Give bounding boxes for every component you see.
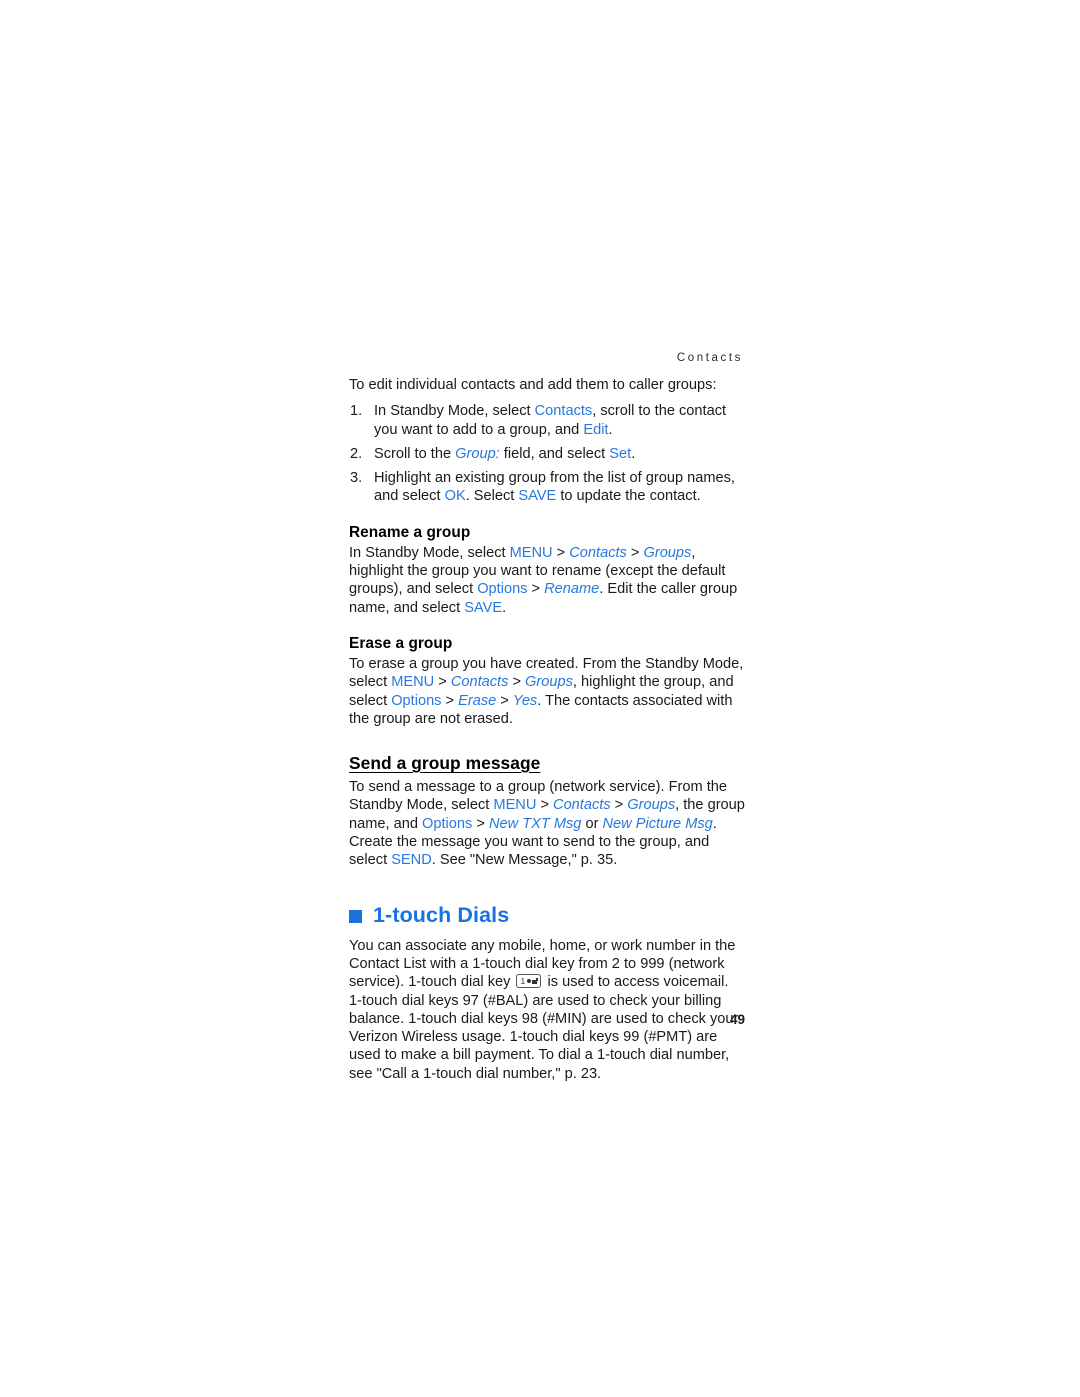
heading-send-a-group-message: Send a group message [349,753,541,774]
text-run: . [502,599,507,616]
ui-term: Edit [583,421,609,438]
step-number: 2. [350,445,363,462]
ui-term-italic: Contacts [450,674,509,691]
text-run: In Standby Mode, select [374,403,535,420]
ui-term: Options [477,581,528,598]
text-run: to update the contact. [556,488,701,505]
ui-term-italic: Erase [458,692,497,709]
ui-term: Options [391,692,442,709]
text-run: > [626,544,644,561]
step-text: In Standby Mode, select Contacts, scroll… [374,403,726,437]
text-run: > [610,797,628,814]
voicemail-key-icon: 1 [516,974,542,989]
heading-rename-a-group: Rename a group [349,523,471,541]
ui-term-italic: Contacts [553,797,611,814]
step-number: 3. [350,470,363,487]
one-touch-dials-text-after-key: is used to access voicemail. 1-touch dia… [349,974,738,1081]
one-touch-dials-paragraph: You can associate any mobile, home, or w… [349,937,745,1083]
text-run: field, and select [499,445,610,462]
ui-term-italic: Groups [627,797,676,814]
ui-term-italic: Contacts [569,544,627,561]
list-item: 3. Highlight an existing group from the … [349,469,745,506]
list-item: 2. Scroll to the Group: field, and selec… [349,445,745,463]
chapter-title-text: 1-touch Dials [373,902,510,927]
ui-term-italic: Group: [455,445,500,462]
text-run: > [496,692,513,709]
rename-a-group-paragraph: In Standby Mode, select MENU > Contacts … [349,544,745,617]
ui-term: Contacts [534,403,593,420]
manual-page: Contacts To edit individual contacts and… [0,0,1080,1397]
edit-contacts-steps-list: 1. In Standby Mode, select Contacts, scr… [349,402,745,505]
text-run: is used to access voicemail. 1-touch dia… [349,974,739,1082]
ui-term-italic: New TXT Msg [488,815,582,832]
text-run: In Standby Mode, select [349,544,510,561]
ui-term-italic: Groups [525,674,573,691]
text-run: > [434,674,451,691]
ui-term: MENU [509,544,553,561]
ui-term: OK [444,488,466,505]
intro-lead-paragraph: To edit individual contacts and add them… [349,377,717,393]
ui-term: MENU [493,797,537,814]
text-run: > [508,674,526,691]
ui-term: Options [422,815,473,832]
ui-term: SAVE [518,488,557,505]
text-run: . See "New Message," p. 35. [431,852,618,869]
text-run: > [552,544,570,561]
list-item: 1. In Standby Mode, select Contacts, scr… [349,402,745,439]
step-number: 1. [350,403,363,420]
ui-term: MENU [391,674,435,691]
ui-term: SEND [391,852,432,869]
square-bullet-icon [349,909,362,923]
text-run: . [608,421,613,438]
key-icon-dot [526,979,531,984]
key-icon-label: 1 [520,976,526,987]
step-text: Scroll to the Group: field, and select S… [374,446,635,462]
erase-a-group-paragraph: To erase a group you have created. From … [349,655,745,728]
text-run: > [441,692,459,709]
text-run: > [472,815,489,832]
text-run: . Select [465,488,519,505]
heading-1-touch-dials: 1-touch Dials [349,903,745,928]
text-run: > [536,797,554,814]
text-run: Scroll to the [374,445,456,462]
text-run: or [581,815,603,832]
heading-erase-a-group: Erase a group [349,634,453,652]
step-text: Highlight an existing group from the lis… [374,470,735,504]
text-run: > [527,581,545,598]
key-icon-tab [536,977,538,981]
page-number: 49 [729,1012,745,1027]
page-content: Contacts To edit individual contacts and… [349,352,745,1083]
ui-term: SAVE [464,599,503,616]
send-a-group-message-paragraph: To send a message to a group (network se… [349,778,745,869]
ui-term-italic: Groups [643,544,692,561]
ui-term-italic: New Picture Msg [602,815,713,832]
ui-term-italic: Yes [512,692,538,709]
text-run: . [631,445,636,462]
ui-term-italic: Rename [544,581,600,598]
ui-term: Set [609,445,632,462]
running-header: Contacts [676,352,743,364]
